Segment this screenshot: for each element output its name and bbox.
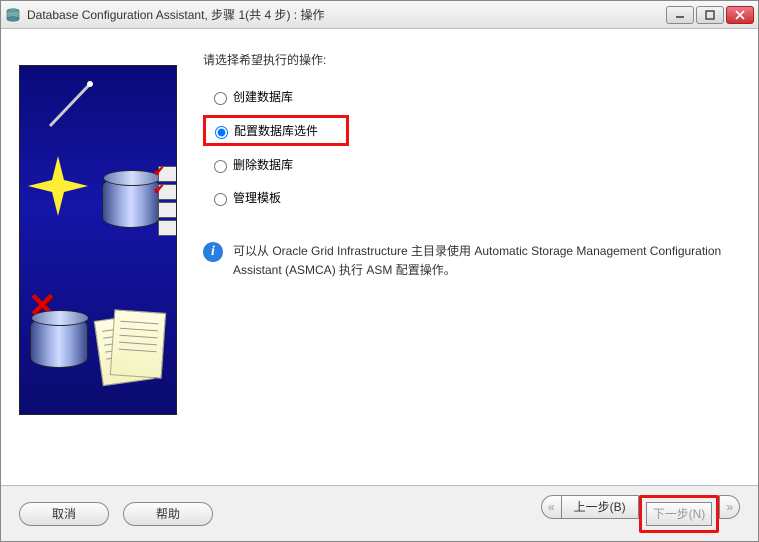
- help-label: 帮助: [156, 505, 180, 522]
- next-button[interactable]: 下一步(N): [646, 502, 713, 526]
- radio-configure-label: 配置数据库选件: [234, 122, 318, 139]
- content-area: ✕ 请选择希望执行的操作: 创建数据库 配置数据库选件 删除数据库: [1, 29, 758, 485]
- info-text: 可以从 Oracle Grid Infrastructure 主目录使用 Aut…: [233, 242, 723, 280]
- nav-button-group: « 上一步(B) 下一步(N) »: [541, 495, 740, 533]
- database-icon: [30, 316, 88, 368]
- radio-delete-label: 删除数据库: [233, 156, 293, 173]
- minimize-button[interactable]: [666, 6, 694, 24]
- app-icon: [5, 7, 21, 23]
- last-icon: »: [726, 500, 733, 514]
- maximize-button[interactable]: [696, 6, 724, 24]
- cancel-label: 取消: [52, 505, 76, 522]
- first-icon: «: [548, 500, 555, 514]
- prompt-text: 请选择希望执行的操作:: [203, 51, 740, 68]
- back-button[interactable]: 上一步(B): [562, 495, 639, 519]
- window-controls: [666, 6, 754, 24]
- database-icon: [102, 176, 160, 228]
- radio-create-database[interactable]: 创建数据库: [203, 82, 299, 111]
- next-label: 下一步(N): [653, 505, 706, 522]
- radio-delete-database[interactable]: 删除数据库: [203, 150, 299, 179]
- titlebar[interactable]: Database Configuration Assistant, 步骤 1(共…: [1, 1, 758, 29]
- options-panel: 请选择希望执行的操作: 创建数据库 配置数据库选件 删除数据库 管理模板 i 可…: [177, 49, 740, 485]
- radio-create-input[interactable]: [214, 92, 227, 105]
- first-button[interactable]: «: [541, 495, 562, 519]
- dbca-window: Database Configuration Assistant, 步骤 1(共…: [0, 0, 759, 542]
- radio-delete-input[interactable]: [214, 160, 227, 173]
- checklist-icon: [158, 166, 177, 238]
- info-icon: i: [203, 242, 223, 262]
- radio-configure-database[interactable]: 配置数据库选件: [203, 115, 349, 146]
- footer-bar: 取消 帮助 « 上一步(B) 下一步(N) »: [1, 485, 758, 541]
- radio-template-label: 管理模板: [233, 189, 281, 206]
- back-label: 上一步(B): [574, 498, 626, 515]
- radio-create-label: 创建数据库: [233, 88, 293, 105]
- info-block: i 可以从 Oracle Grid Infrastructure 主目录使用 A…: [203, 242, 723, 280]
- last-button[interactable]: »: [719, 495, 740, 519]
- radio-manage-templates[interactable]: 管理模板: [203, 183, 287, 212]
- close-button[interactable]: [726, 6, 754, 24]
- radio-template-input[interactable]: [214, 193, 227, 206]
- help-button[interactable]: 帮助: [123, 502, 213, 526]
- radio-configure-input[interactable]: [215, 126, 228, 139]
- next-highlight: 下一步(N): [639, 495, 720, 533]
- wizard-graphic: ✕: [19, 65, 177, 415]
- cancel-button[interactable]: 取消: [19, 502, 109, 526]
- window-title: Database Configuration Assistant, 步骤 1(共…: [27, 6, 666, 23]
